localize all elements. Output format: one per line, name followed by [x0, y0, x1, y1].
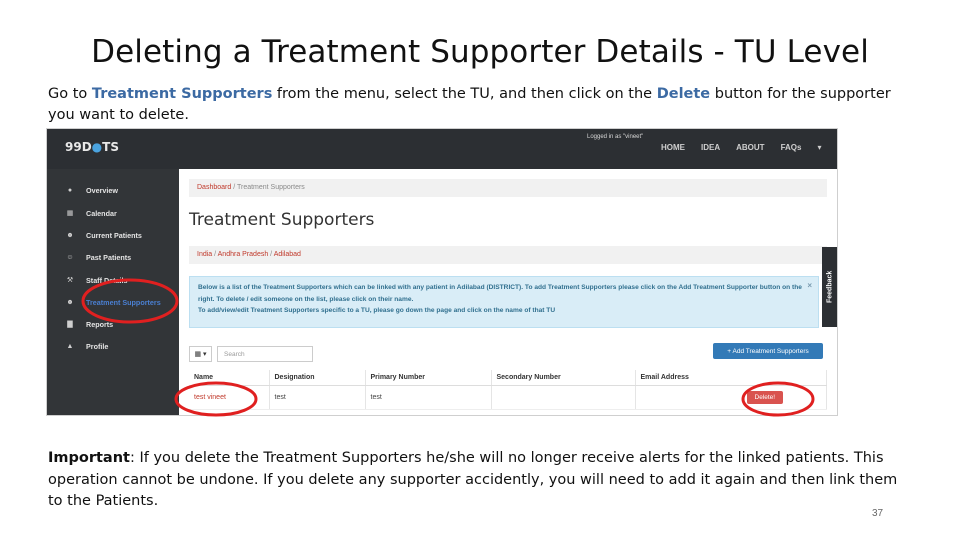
- page-title: Treatment Supporters: [189, 210, 375, 230]
- bar-chart-icon: ▇: [67, 321, 73, 328]
- columns-toggle-button[interactable]: ▦ ▾: [189, 346, 212, 362]
- breadcrumb: Dashboard / Treatment Supporters: [189, 179, 827, 197]
- cell-primary-number: test: [365, 385, 492, 410]
- col-email[interactable]: Email Address: [635, 370, 827, 386]
- sidebar-item-overview[interactable]: ● Overview: [65, 184, 118, 196]
- nav-faqs[interactable]: FAQs: [781, 143, 802, 152]
- intro-part1: Go to: [48, 86, 92, 102]
- intro-link-delete: Delete: [656, 86, 711, 102]
- table-row: test vineet test test Delete!: [189, 385, 827, 410]
- delete-button[interactable]: Delete!: [746, 391, 784, 404]
- important-note: Important: If you delete the Treatment S…: [48, 448, 898, 513]
- intro-link-treatment-supporters: Treatment Supporters: [91, 86, 273, 102]
- staff-icon: ⚒: [66, 277, 74, 284]
- add-treatment-supporter-button[interactable]: + Add Treatment Supporters: [713, 343, 823, 359]
- app-logo[interactable]: 99D●TS: [65, 140, 119, 154]
- location-india[interactable]: India: [197, 251, 212, 258]
- sidebar-item-profile[interactable]: ▲ Profile: [65, 340, 109, 352]
- cell-secondary-number: [491, 385, 636, 410]
- breadcrumb-dashboard[interactable]: Dashboard: [197, 184, 231, 191]
- page-number: 37: [872, 508, 884, 519]
- breadcrumb-current: Treatment Supporters: [236, 184, 305, 191]
- users-icon: ☻: [66, 231, 74, 239]
- col-primary-number[interactable]: Primary Number: [365, 370, 492, 386]
- sidebar-item-treatment-supporters[interactable]: ☻ Treatment Supporters: [65, 296, 160, 308]
- profile-icon: ▲: [66, 342, 74, 350]
- sidebar-item-calendar[interactable]: ▦ Calendar: [65, 207, 117, 219]
- logged-in-text: Logged in as "vineet": [587, 134, 644, 140]
- nav-home[interactable]: HOME: [661, 143, 685, 152]
- top-nav-menu: HOME IDEA ABOUT FAQs ▾: [661, 143, 837, 152]
- sidebar-item-reports[interactable]: ▇ Reports: [65, 318, 113, 330]
- location-adilabad[interactable]: Adilabad: [274, 251, 301, 258]
- cell-designation: test: [269, 385, 366, 410]
- info-text-tu: To add/view/edit Treatment Supporters sp…: [198, 307, 556, 314]
- supporter-name-link[interactable]: test vineet: [189, 385, 270, 410]
- feedback-tab[interactable]: Feedback: [822, 247, 837, 327]
- intro-text: Go to Treatment Supporters from the menu…: [48, 84, 908, 126]
- search-input[interactable]: Search: [217, 346, 313, 362]
- cell-email: Delete!: [635, 385, 827, 410]
- sidebar: ● Overview ▦ Calendar ☻ Current Patients ☺ P…: [47, 169, 179, 415]
- user-icon: ☺: [66, 253, 74, 261]
- info-text: Below is a list of the Treatment Support…: [198, 284, 802, 303]
- col-designation[interactable]: Designation: [269, 370, 366, 386]
- nav-about[interactable]: ABOUT: [736, 143, 764, 152]
- table-header-row: Name Designation Primary Number Secondar…: [189, 370, 827, 386]
- globe-icon: ●: [91, 140, 103, 154]
- info-alert: × Below is a list of the Treatment Suppo…: [189, 276, 819, 328]
- sidebar-item-past-patients[interactable]: ☺ Past Patients: [65, 251, 131, 263]
- user-menu-chevron-icon[interactable]: ▾: [817, 143, 821, 152]
- location-breadcrumb: India / Andhra Pradesh / Adilabad: [189, 246, 827, 264]
- slide-title: Deleting a Treatment Supporter Details -…: [91, 34, 869, 70]
- nav-idea[interactable]: IDEA: [701, 143, 720, 152]
- location-andhra-pradesh[interactable]: Andhra Pradesh: [218, 251, 269, 258]
- calendar-icon: ▦: [66, 210, 74, 217]
- intro-part2: from the menu, select the TU, and then c…: [272, 86, 657, 102]
- col-secondary-number[interactable]: Secondary Number: [491, 370, 636, 386]
- sidebar-item-staff-details[interactable]: ⚒ Staff Details: [65, 274, 128, 286]
- sidebar-item-current-patients[interactable]: ☻ Current Patients: [65, 229, 142, 241]
- main-content: Dashboard / Treatment Supporters Treatme…: [179, 169, 837, 415]
- important-label: Important: [48, 450, 130, 466]
- supporter-icon: ☻: [66, 298, 74, 306]
- col-name[interactable]: Name: [189, 370, 270, 386]
- important-text: : If you delete the Treatment Supporters…: [48, 450, 898, 509]
- supporters-table: Name Designation Primary Number Secondar…: [189, 370, 827, 410]
- app-screenshot: 99D●TS Logged in as "vineet" HOME IDEA A…: [46, 128, 838, 416]
- top-navbar: 99D●TS Logged in as "vineet" HOME IDEA A…: [47, 129, 837, 169]
- dashboard-icon: ●: [67, 186, 73, 194]
- close-icon[interactable]: ×: [807, 280, 812, 292]
